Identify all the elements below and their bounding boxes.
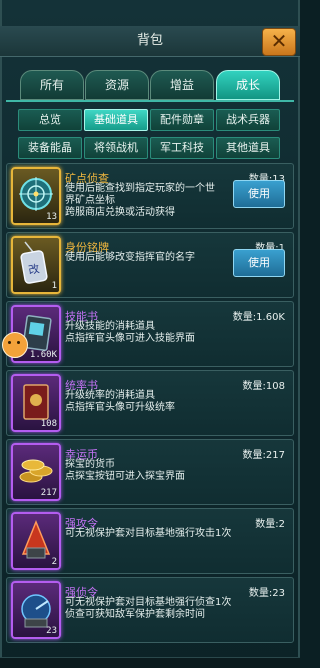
- tab-buffs[interactable]: 增益: [150, 70, 214, 100]
- subtab-label: 装备能晶: [28, 141, 72, 154]
- item-description: 使用后能查找到指定玩家的一个世 界矿点坐标 跨服商店兑换或活动获得: [65, 183, 215, 218]
- floating-assistant-icon[interactable]: [2, 332, 28, 358]
- radar-target-icon: 13: [11, 167, 61, 225]
- panel-title: 背包: [136, 33, 163, 48]
- list-item-scout-order[interactable]: 23 强侦令 数量:23 可无视保护套对目标基地强行侦查1次 侦查可获知敌军保护…: [6, 577, 294, 643]
- list-item-command-book[interactable]: 108 统率书 数量:108 升级统率的消耗道具 点指挥官头像可升级统率: [6, 370, 294, 436]
- tab-divider: [6, 100, 294, 102]
- subtab-label: 军工科技: [160, 141, 204, 154]
- close-icon: ✕: [270, 29, 288, 53]
- scout-order-icon: 23: [11, 581, 61, 639]
- assault-order-icon: 2: [11, 512, 61, 570]
- close-button[interactable]: ✕: [262, 28, 296, 56]
- subtab-accessories-medals[interactable]: 配件勋章: [150, 109, 214, 131]
- use-button-label: 使用: [248, 256, 270, 269]
- subtab-military-tech[interactable]: 军工科技: [150, 137, 214, 159]
- tab-label: 成长: [235, 78, 260, 92]
- subtab-label: 其他道具: [226, 141, 270, 154]
- item-description: 探宝的货币 点探宝按钮可进入探宝界面: [65, 459, 185, 482]
- list-item-identity-tag[interactable]: 改 1 身份铭牌 数量:1 使用后能够改变指挥官的名字 使用: [6, 232, 294, 298]
- list-item-assault-order[interactable]: 2 强攻令 数量:2 可无视保护套对目标基地强行攻击1次: [6, 508, 294, 574]
- item-description: 可无视保护套对目标基地强行侦查1次 侦查可获知敌军保护套剩余时间: [65, 597, 232, 620]
- item-description: 可无视保护套对目标基地强行攻击1次: [65, 528, 232, 539]
- main-tabs: 所有 资源 增益 成长: [0, 70, 300, 100]
- list-item-lucky-coin[interactable]: 217 幸运币 数量:217 探宝的货币 点探宝按钮可进入探宝界面: [6, 439, 294, 505]
- subtab-label: 战术兵器: [226, 113, 270, 126]
- use-button[interactable]: 使用: [233, 180, 285, 208]
- tab-resources[interactable]: 资源: [85, 70, 149, 100]
- item-count-badge: 108: [40, 419, 57, 429]
- item-description: 使用后能够改变指挥官的名字: [65, 252, 195, 263]
- subtab-label: 总览: [39, 113, 61, 126]
- subtab-label: 配件勋章: [160, 113, 204, 126]
- subtab-other-items[interactable]: 其他道具: [216, 137, 280, 159]
- tab-label: 资源: [104, 78, 129, 92]
- subtab-tactical-weapons[interactable]: 战术兵器: [216, 109, 280, 131]
- list-item-mine-scout[interactable]: 13 矿点侦查 数量:13 使用后能查找到指定玩家的一个世 界矿点坐标 跨服商店…: [6, 163, 294, 229]
- tab-label: 增益: [169, 78, 194, 92]
- list-item-skill-book[interactable]: 1.60K 技能书 数量:1.60K 升级技能的消耗道具 点指挥官头像可进入技能…: [6, 301, 294, 367]
- item-count-badge: 2: [51, 557, 57, 567]
- subtab-overview[interactable]: 总览: [18, 109, 82, 131]
- dog-tag-icon: 改 1: [11, 236, 61, 294]
- item-count-badge: 1.60K: [29, 350, 57, 360]
- item-count-badge: 1: [51, 281, 57, 291]
- subtab-label: 基础道具: [94, 113, 138, 126]
- tab-label: 所有: [39, 78, 64, 92]
- lucky-coin-icon: 217: [11, 443, 61, 501]
- subtab-label: 将领战机: [94, 141, 138, 154]
- item-quantity: 数量:1.60K: [232, 312, 285, 323]
- item-description: 升级统率的消耗道具 点指挥官头像可升级统率: [65, 390, 175, 413]
- bottom-bar: [0, 657, 300, 668]
- item-count-badge: 13: [46, 212, 57, 222]
- use-button-label: 使用: [248, 187, 270, 200]
- item-description: 升级技能的消耗道具 点指挥官头像可进入技能界面: [65, 321, 195, 344]
- tab-growth[interactable]: 成长: [216, 70, 280, 100]
- item-quantity: 数量:217: [242, 450, 285, 461]
- item-quantity: 数量:108: [242, 381, 285, 392]
- command-book-icon: 108: [11, 374, 61, 432]
- item-count-badge: 217: [40, 488, 57, 498]
- subtab-equipment-crystals[interactable]: 装备能晶: [18, 137, 82, 159]
- subtab-basic-items[interactable]: 基础道具: [84, 109, 148, 131]
- use-button[interactable]: 使用: [233, 249, 285, 277]
- item-count-badge: 23: [46, 626, 57, 636]
- tab-all[interactable]: 所有: [20, 70, 84, 100]
- subtab-generals-aircraft[interactable]: 将领战机: [84, 137, 148, 159]
- panel-header: 背包: [0, 26, 300, 57]
